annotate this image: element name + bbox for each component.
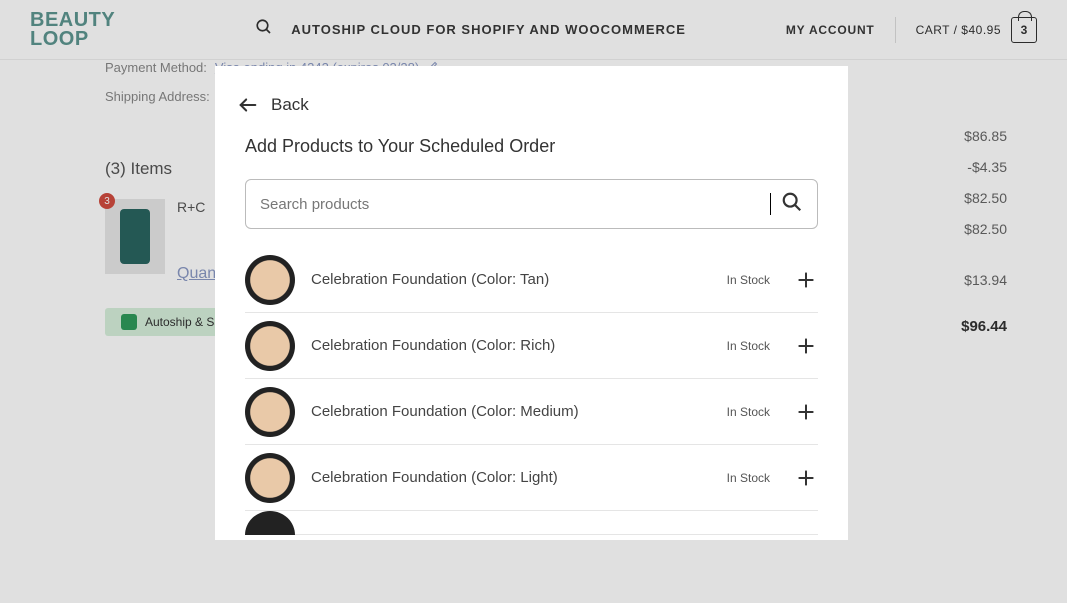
product-name: Celebration Foundation (Color: Tan) (311, 271, 711, 288)
stock-status: In Stock (727, 339, 770, 353)
product-name: Celebration Foundation (Color: Rich) (311, 337, 711, 354)
add-product-button[interactable] (794, 400, 818, 424)
product-row: Celebration Foundation (Color: Rich) In … (245, 313, 818, 379)
product-row: Celebration Foundation (Color: Light) In… (245, 445, 818, 511)
add-product-button[interactable] (794, 466, 818, 490)
modal-title: Add Products to Your Scheduled Order (215, 136, 848, 157)
stock-status: In Stock (727, 405, 770, 419)
back-arrow-icon[interactable] (237, 94, 259, 116)
search-icon[interactable] (781, 191, 803, 218)
product-thumbnail (245, 511, 295, 535)
product-thumbnail (245, 255, 295, 305)
product-row (245, 511, 818, 535)
product-search-box[interactable] (245, 179, 818, 229)
search-input[interactable] (260, 196, 760, 213)
add-product-button[interactable] (794, 268, 818, 292)
product-thumbnail (245, 321, 295, 371)
product-name: Celebration Foundation (Color: Medium) (311, 403, 711, 420)
product-list[interactable]: Celebration Foundation (Color: Tan) In S… (215, 247, 848, 540)
stock-status: In Stock (727, 471, 770, 485)
stock-status: In Stock (727, 273, 770, 287)
product-row: Celebration Foundation (Color: Medium) I… (245, 379, 818, 445)
product-row: Celebration Foundation (Color: Tan) In S… (245, 247, 818, 313)
add-products-modal: Back Add Products to Your Scheduled Orde… (215, 66, 848, 540)
text-cursor-icon (770, 193, 771, 215)
product-name: Celebration Foundation (Color: Light) (311, 469, 711, 486)
product-thumbnail (245, 387, 295, 437)
back-button[interactable]: Back (271, 95, 309, 115)
add-product-button[interactable] (794, 334, 818, 358)
product-thumbnail (245, 453, 295, 503)
